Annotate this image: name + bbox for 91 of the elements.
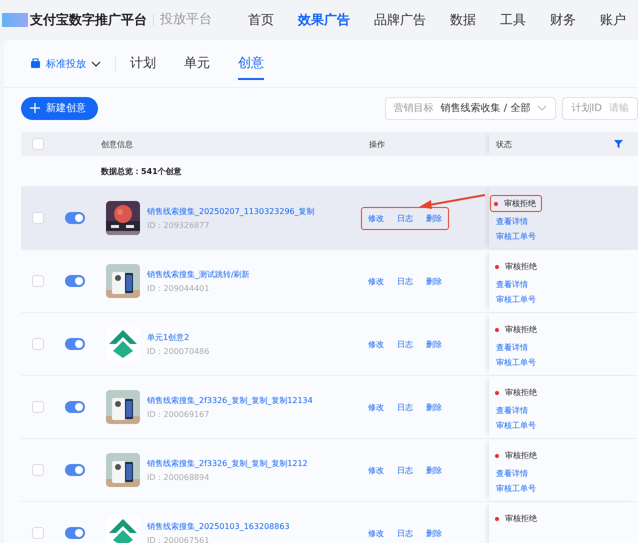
- action-link[interactable]: 删除: [426, 402, 442, 412]
- checkbox[interactable]: [32, 275, 44, 287]
- action-link[interactable]: 日志: [397, 338, 413, 350]
- status-link[interactable]: 审核工单号: [496, 294, 638, 305]
- column-header: 操作: [369, 138, 386, 150]
- action-link[interactable]: 删除: [426, 212, 442, 224]
- toggle-switch[interactable]: [65, 275, 85, 287]
- nav-item[interactable]: 首页: [248, 11, 274, 29]
- status-dot: [495, 454, 499, 458]
- nav-item[interactable]: 财务: [550, 11, 576, 29]
- status-link[interactable]: 查看详情: [496, 279, 638, 290]
- summary-text: 数据总览：541个创意: [101, 166, 183, 176]
- action-link[interactable]: 删除: [426, 528, 442, 538]
- status-dot: [495, 264, 499, 268]
- column-header: 状态: [496, 138, 512, 150]
- status-link[interactable]: 审核工单号: [496, 231, 638, 242]
- status-link[interactable]: 审核工单号: [496, 483, 638, 494]
- toggle-switch[interactable]: [65, 401, 85, 413]
- nav-item[interactable]: 效果广告: [298, 11, 350, 29]
- action-link[interactable]: 日志: [397, 402, 413, 412]
- checkbox[interactable]: [32, 401, 44, 413]
- creative-title-link[interactable]: 销售线索搜集_测试跳转/刷新: [147, 268, 250, 280]
- status-link[interactable]: 审核工单号: [496, 357, 638, 368]
- creative-title-link[interactable]: 销售线索搜集_20250207_1130323296_复制: [147, 206, 315, 216]
- action-link[interactable]: 修改: [368, 212, 384, 224]
- tab[interactable]: 单元: [184, 48, 210, 80]
- filter-icon: [614, 140, 623, 148]
- creative-title-link[interactable]: 销售线索搜集_20250103_163208863: [147, 520, 290, 532]
- chevron-down-icon: [537, 104, 548, 112]
- status-text: 审核拒绝: [505, 324, 537, 335]
- status-dot: [495, 328, 499, 332]
- briefcase-icon: [30, 58, 41, 69]
- creative-id: ID：209044401: [147, 282, 210, 294]
- checkbox[interactable]: [32, 138, 44, 150]
- chevron-down-icon: [91, 60, 101, 68]
- mode-dropdown[interactable]: 标准投放: [30, 56, 116, 70]
- checkbox[interactable]: [32, 464, 44, 476]
- plus-icon: [30, 103, 40, 113]
- status-text: 审核拒绝: [505, 261, 537, 272]
- column-header: 创意信息: [101, 138, 134, 150]
- nav-item[interactable]: 账户: [600, 11, 626, 29]
- status-text: 审核拒绝: [505, 387, 537, 398]
- creative-title-link[interactable]: 销售线索搜集_2f3326_复制_复制_复制1212: [147, 458, 308, 468]
- action-link[interactable]: 日志: [397, 528, 413, 538]
- input-field[interactable]: 计划ID 请输: [562, 96, 638, 120]
- status-text: 审核拒绝: [504, 198, 536, 209]
- action-link[interactable]: 删除: [426, 276, 442, 286]
- toggle-switch[interactable]: [65, 527, 85, 539]
- action-link[interactable]: 删除: [426, 338, 442, 350]
- nav-item[interactable]: 工具: [500, 11, 526, 29]
- action-link[interactable]: 修改: [368, 338, 384, 350]
- platform-name: 投放平台: [153, 14, 212, 26]
- checkbox[interactable]: [32, 212, 44, 224]
- action-link[interactable]: 修改: [368, 276, 384, 286]
- logo-icon: [2, 13, 28, 27]
- creative-id: ID：200070486: [147, 346, 210, 356]
- nav-item[interactable]: 数据: [450, 11, 476, 29]
- action-link[interactable]: 修改: [368, 402, 384, 412]
- tab[interactable]: 计划: [130, 48, 156, 80]
- action-link[interactable]: 日志: [397, 276, 413, 286]
- creative-id: ID：200069167: [147, 408, 210, 420]
- tab[interactable]: 创意: [238, 48, 264, 80]
- status-link[interactable]: 审核工单号: [496, 420, 638, 431]
- action-link[interactable]: 删除: [426, 464, 442, 476]
- brand-title: 支付宝数字推广平台: [30, 12, 147, 29]
- action-link[interactable]: 修改: [368, 464, 384, 476]
- status-link[interactable]: 查看详情: [496, 468, 638, 479]
- creative-title-link[interactable]: 单元1创意2: [147, 332, 210, 342]
- status-link[interactable]: 查看详情: [496, 405, 638, 416]
- status-text: 审核拒绝: [505, 450, 537, 461]
- toggle-switch[interactable]: [65, 338, 85, 350]
- action-link[interactable]: 修改: [368, 528, 384, 538]
- checkbox[interactable]: [32, 338, 44, 350]
- status-link[interactable]: 查看详情: [496, 342, 638, 353]
- status-dot: [494, 202, 498, 206]
- action-link[interactable]: 日志: [397, 212, 413, 224]
- status-text: 审核拒绝: [505, 513, 537, 524]
- new-creative-button[interactable]: 新建创意: [21, 96, 98, 120]
- creative-title-link[interactable]: 销售线索搜集_2f3326_复制_复制_复制12134: [147, 394, 313, 406]
- status-dot: [495, 390, 499, 394]
- nav-item[interactable]: 品牌广告: [374, 11, 426, 29]
- creative-id: ID：200068894: [147, 472, 210, 482]
- status-link[interactable]: 查看详情: [496, 216, 638, 227]
- creative-id: ID：200067561: [147, 534, 210, 543]
- action-link[interactable]: 日志: [397, 464, 413, 476]
- toggle-switch[interactable]: [65, 464, 85, 476]
- status-dot: [495, 516, 499, 520]
- creative-id: ID：209326877: [147, 220, 210, 230]
- filter-dropdown[interactable]: 营销目标 销售线索收集 / 全部: [384, 96, 556, 120]
- toggle-switch[interactable]: [65, 212, 85, 224]
- checkbox[interactable]: [32, 527, 44, 539]
